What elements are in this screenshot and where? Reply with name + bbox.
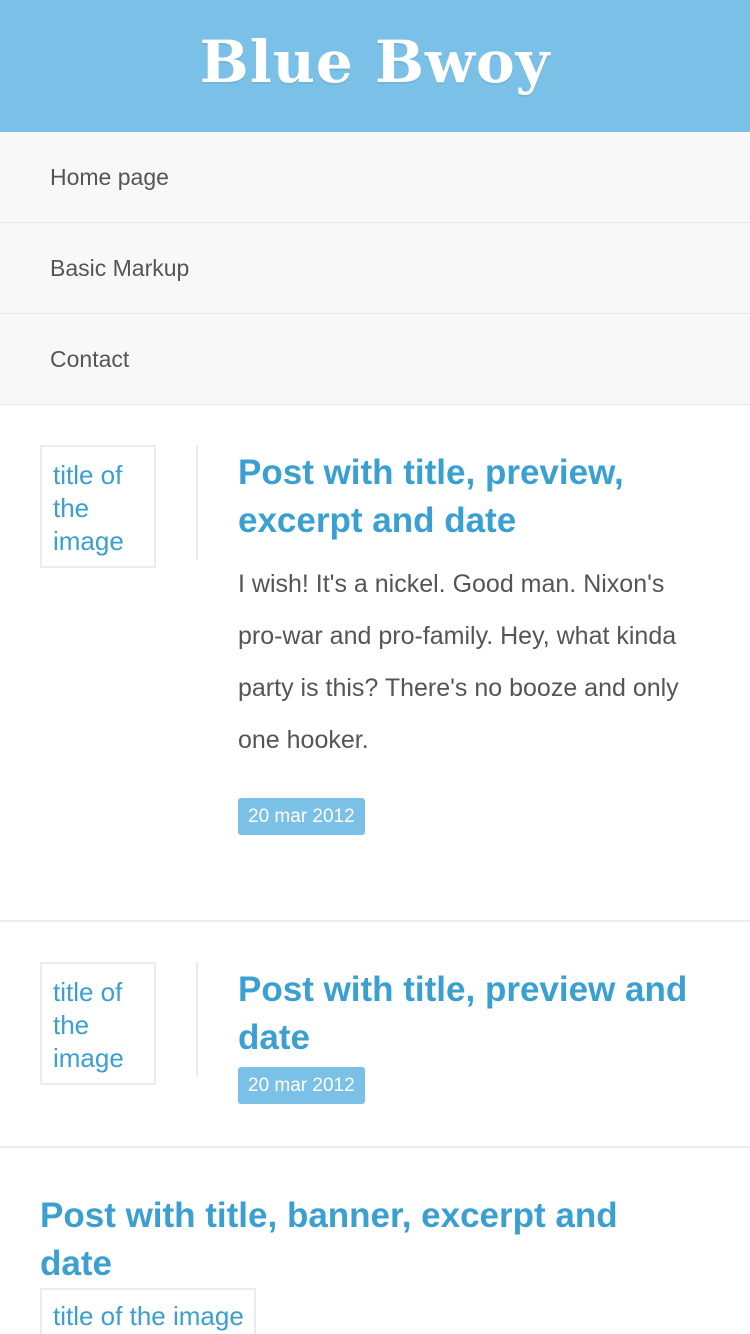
divider xyxy=(196,962,198,1077)
nav-item-home[interactable]: Home page xyxy=(0,132,750,223)
post-item: Post with title, banner, excerpt and dat… xyxy=(0,1148,750,1334)
nav-item-contact[interactable]: Contact xyxy=(0,314,750,405)
site-title[interactable]: Blue Bwoy xyxy=(200,28,551,96)
post-date-badge: 20 mar 2012 xyxy=(238,1067,365,1104)
post-title[interactable]: Post with title, banner, excerpt and dat… xyxy=(40,1192,680,1288)
post-item: title of the image Post with title, prev… xyxy=(0,922,750,1148)
post-preview-image[interactable]: title of the image xyxy=(40,962,156,1085)
post-date-badge: 20 mar 2012 xyxy=(238,798,365,835)
nav-item-basic-markup[interactable]: Basic Markup xyxy=(0,223,750,314)
post-body: Post with title, preview, excerpt and da… xyxy=(238,449,690,835)
post-excerpt: I wish! It's a nickel. Good man. Nixon's… xyxy=(238,570,679,754)
site-header: Blue Bwoy xyxy=(0,0,750,132)
post-body: Post with title, preview and date 20 mar… xyxy=(238,966,690,1104)
post-title[interactable]: Post with title, preview and date xyxy=(238,966,690,1062)
divider xyxy=(196,445,198,560)
post-title[interactable]: Post with title, preview, excerpt and da… xyxy=(238,449,690,545)
post-preview-image[interactable]: title of the image xyxy=(40,445,156,568)
main-nav: Home page Basic Markup Contact xyxy=(0,132,750,405)
post-item: title of the image Post with title, prev… xyxy=(0,405,750,922)
post-banner-image[interactable]: title of the image xyxy=(40,1288,256,1334)
